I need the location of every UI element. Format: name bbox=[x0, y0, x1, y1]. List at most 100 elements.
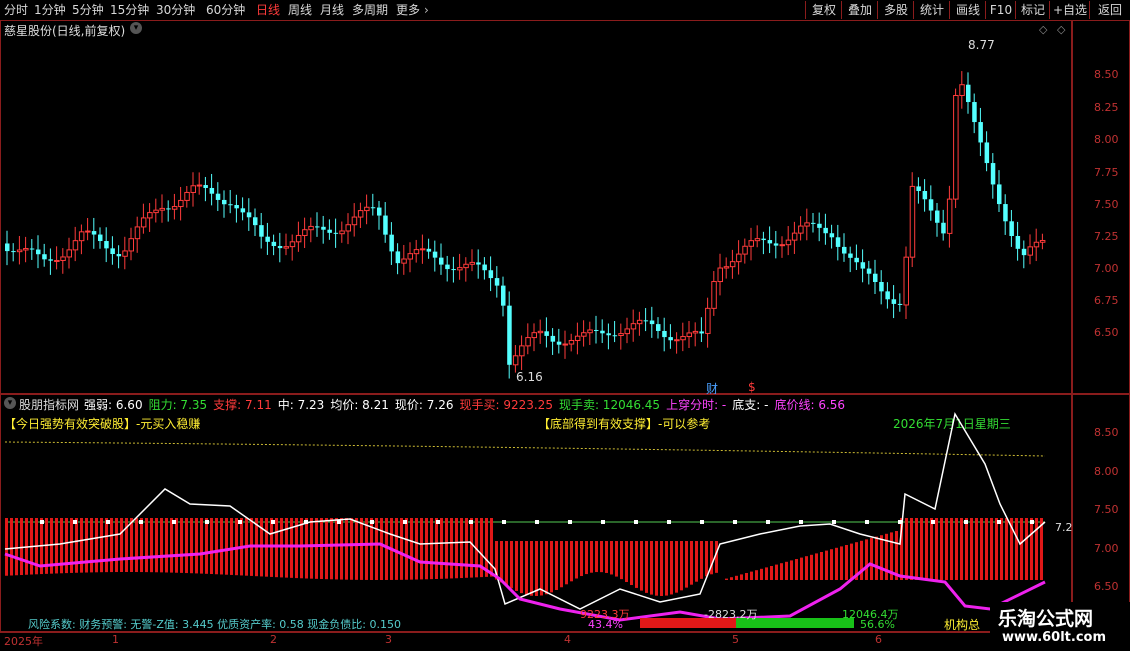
add-watchlist-button[interactable]: +自选 bbox=[1049, 1, 1090, 19]
candle-body[interactable] bbox=[761, 238, 766, 241]
candle-body[interactable] bbox=[364, 206, 370, 212]
period-tab-more[interactable]: 更多 bbox=[396, 2, 420, 18]
candle-body[interactable] bbox=[935, 210, 940, 223]
candle-body[interactable] bbox=[556, 341, 562, 345]
candle-body[interactable] bbox=[966, 84, 971, 103]
candle-body[interactable] bbox=[562, 343, 568, 346]
candle-body[interactable] bbox=[656, 324, 661, 331]
candle-body[interactable] bbox=[277, 246, 283, 249]
candle-body[interactable] bbox=[134, 226, 141, 240]
candle-body[interactable] bbox=[78, 231, 85, 242]
candle-body[interactable] bbox=[240, 208, 246, 213]
candle-body[interactable] bbox=[419, 248, 426, 251]
candle-body[interactable] bbox=[48, 259, 53, 261]
back-button[interactable]: 返回 bbox=[1089, 1, 1130, 19]
period-tab-daily[interactable]: 日线 bbox=[256, 2, 280, 18]
candle-body[interactable] bbox=[196, 184, 203, 187]
candle-body[interactable] bbox=[1015, 236, 1021, 249]
candle-body[interactable] bbox=[222, 199, 227, 205]
candle-body[interactable] bbox=[649, 320, 655, 325]
candle-body[interactable] bbox=[1021, 248, 1027, 256]
candle-body[interactable] bbox=[1027, 246, 1033, 256]
period-tab-60min[interactable]: 60分钟 bbox=[206, 2, 245, 18]
candle-body[interactable] bbox=[674, 339, 680, 342]
candle-body[interactable] bbox=[190, 185, 196, 193]
candle-body[interactable] bbox=[357, 210, 364, 218]
candle-body[interactable] bbox=[5, 243, 10, 252]
candle-body[interactable] bbox=[568, 339, 575, 345]
candle-body[interactable] bbox=[692, 330, 699, 334]
candle-body[interactable] bbox=[60, 256, 66, 261]
candle-body[interactable] bbox=[791, 232, 798, 241]
candle-body[interactable] bbox=[85, 230, 91, 233]
candle-body[interactable] bbox=[234, 205, 239, 209]
candle-body[interactable] bbox=[581, 332, 587, 337]
candle-body[interactable] bbox=[178, 199, 184, 208]
mark-button[interactable]: 标记 bbox=[1015, 1, 1050, 19]
multi-stock-button[interactable]: 多股 bbox=[877, 1, 914, 19]
candle-body[interactable] bbox=[662, 330, 667, 338]
candle-body[interactable] bbox=[754, 238, 761, 242]
candle-body[interactable] bbox=[779, 244, 785, 247]
candle-body[interactable] bbox=[636, 319, 643, 325]
candle-body[interactable] bbox=[283, 246, 289, 249]
candle-body[interactable] bbox=[612, 335, 618, 337]
candle-body[interactable] bbox=[407, 253, 413, 260]
candle-body[interactable] bbox=[253, 217, 258, 226]
candle-body[interactable] bbox=[166, 208, 171, 210]
period-tab-monthly[interactable]: 月线 bbox=[320, 2, 344, 18]
candle-body[interactable] bbox=[680, 336, 686, 341]
candle-body[interactable] bbox=[308, 225, 314, 231]
candle-body[interactable] bbox=[494, 278, 500, 286]
candle-body[interactable] bbox=[507, 305, 512, 365]
candle-body[interactable] bbox=[909, 185, 916, 258]
candle-body[interactable] bbox=[171, 206, 178, 210]
candle-body[interactable] bbox=[767, 240, 773, 244]
candle-body[interactable] bbox=[184, 191, 190, 201]
candle-body[interactable] bbox=[265, 236, 270, 242]
candle-body[interactable] bbox=[946, 198, 953, 234]
candle-body[interactable] bbox=[116, 254, 122, 257]
candle-body[interactable] bbox=[959, 84, 965, 96]
candle-body[interactable] bbox=[246, 212, 252, 218]
candle-body[interactable] bbox=[1003, 204, 1008, 222]
candle-body[interactable] bbox=[717, 267, 723, 283]
candle-body[interactable] bbox=[469, 261, 475, 265]
candle-body[interactable] bbox=[997, 184, 1002, 205]
candle-body[interactable] bbox=[345, 224, 351, 232]
candle-body[interactable] bbox=[829, 233, 835, 238]
dividend-marker[interactable]: $ bbox=[748, 380, 756, 394]
candle-body[interactable] bbox=[482, 264, 487, 271]
candle-body[interactable] bbox=[891, 299, 897, 304]
candle-body[interactable] bbox=[389, 234, 394, 252]
candle-body[interactable] bbox=[618, 333, 624, 336]
candle-body[interactable] bbox=[785, 239, 792, 246]
candle-body[interactable] bbox=[36, 249, 41, 255]
candle-body[interactable] bbox=[798, 225, 804, 234]
candle-body[interactable] bbox=[736, 253, 742, 263]
candle-body[interactable] bbox=[302, 229, 308, 236]
candle-body[interactable] bbox=[315, 226, 320, 228]
period-tab-fenshi[interactable]: 分时 bbox=[4, 2, 28, 18]
period-tab-5min[interactable]: 5分钟 bbox=[72, 2, 104, 18]
candle-body[interactable] bbox=[705, 307, 711, 334]
candle-body[interactable] bbox=[928, 199, 934, 211]
candle-body[interactable] bbox=[916, 186, 921, 192]
period-tab-weekly[interactable]: 周线 bbox=[288, 2, 312, 18]
candle-body[interactable] bbox=[271, 241, 277, 247]
indicator-chart[interactable] bbox=[0, 394, 1072, 632]
candle-body[interactable] bbox=[574, 335, 581, 341]
candle-body[interactable] bbox=[413, 249, 420, 255]
candle-body[interactable] bbox=[544, 331, 549, 336]
candle-body[interactable] bbox=[835, 237, 841, 247]
period-tab-15min[interactable]: 15分钟 bbox=[110, 2, 149, 18]
candle-body[interactable] bbox=[643, 320, 649, 322]
candle-body[interactable] bbox=[953, 94, 959, 200]
candle-body[interactable] bbox=[16, 249, 23, 253]
candle-body[interactable] bbox=[295, 234, 302, 243]
candle-body[interactable] bbox=[104, 241, 109, 249]
candle-body[interactable] bbox=[903, 256, 909, 306]
candle-body[interactable] bbox=[203, 185, 208, 188]
candle-body[interactable] bbox=[711, 281, 717, 309]
candle-body[interactable] bbox=[990, 163, 996, 185]
